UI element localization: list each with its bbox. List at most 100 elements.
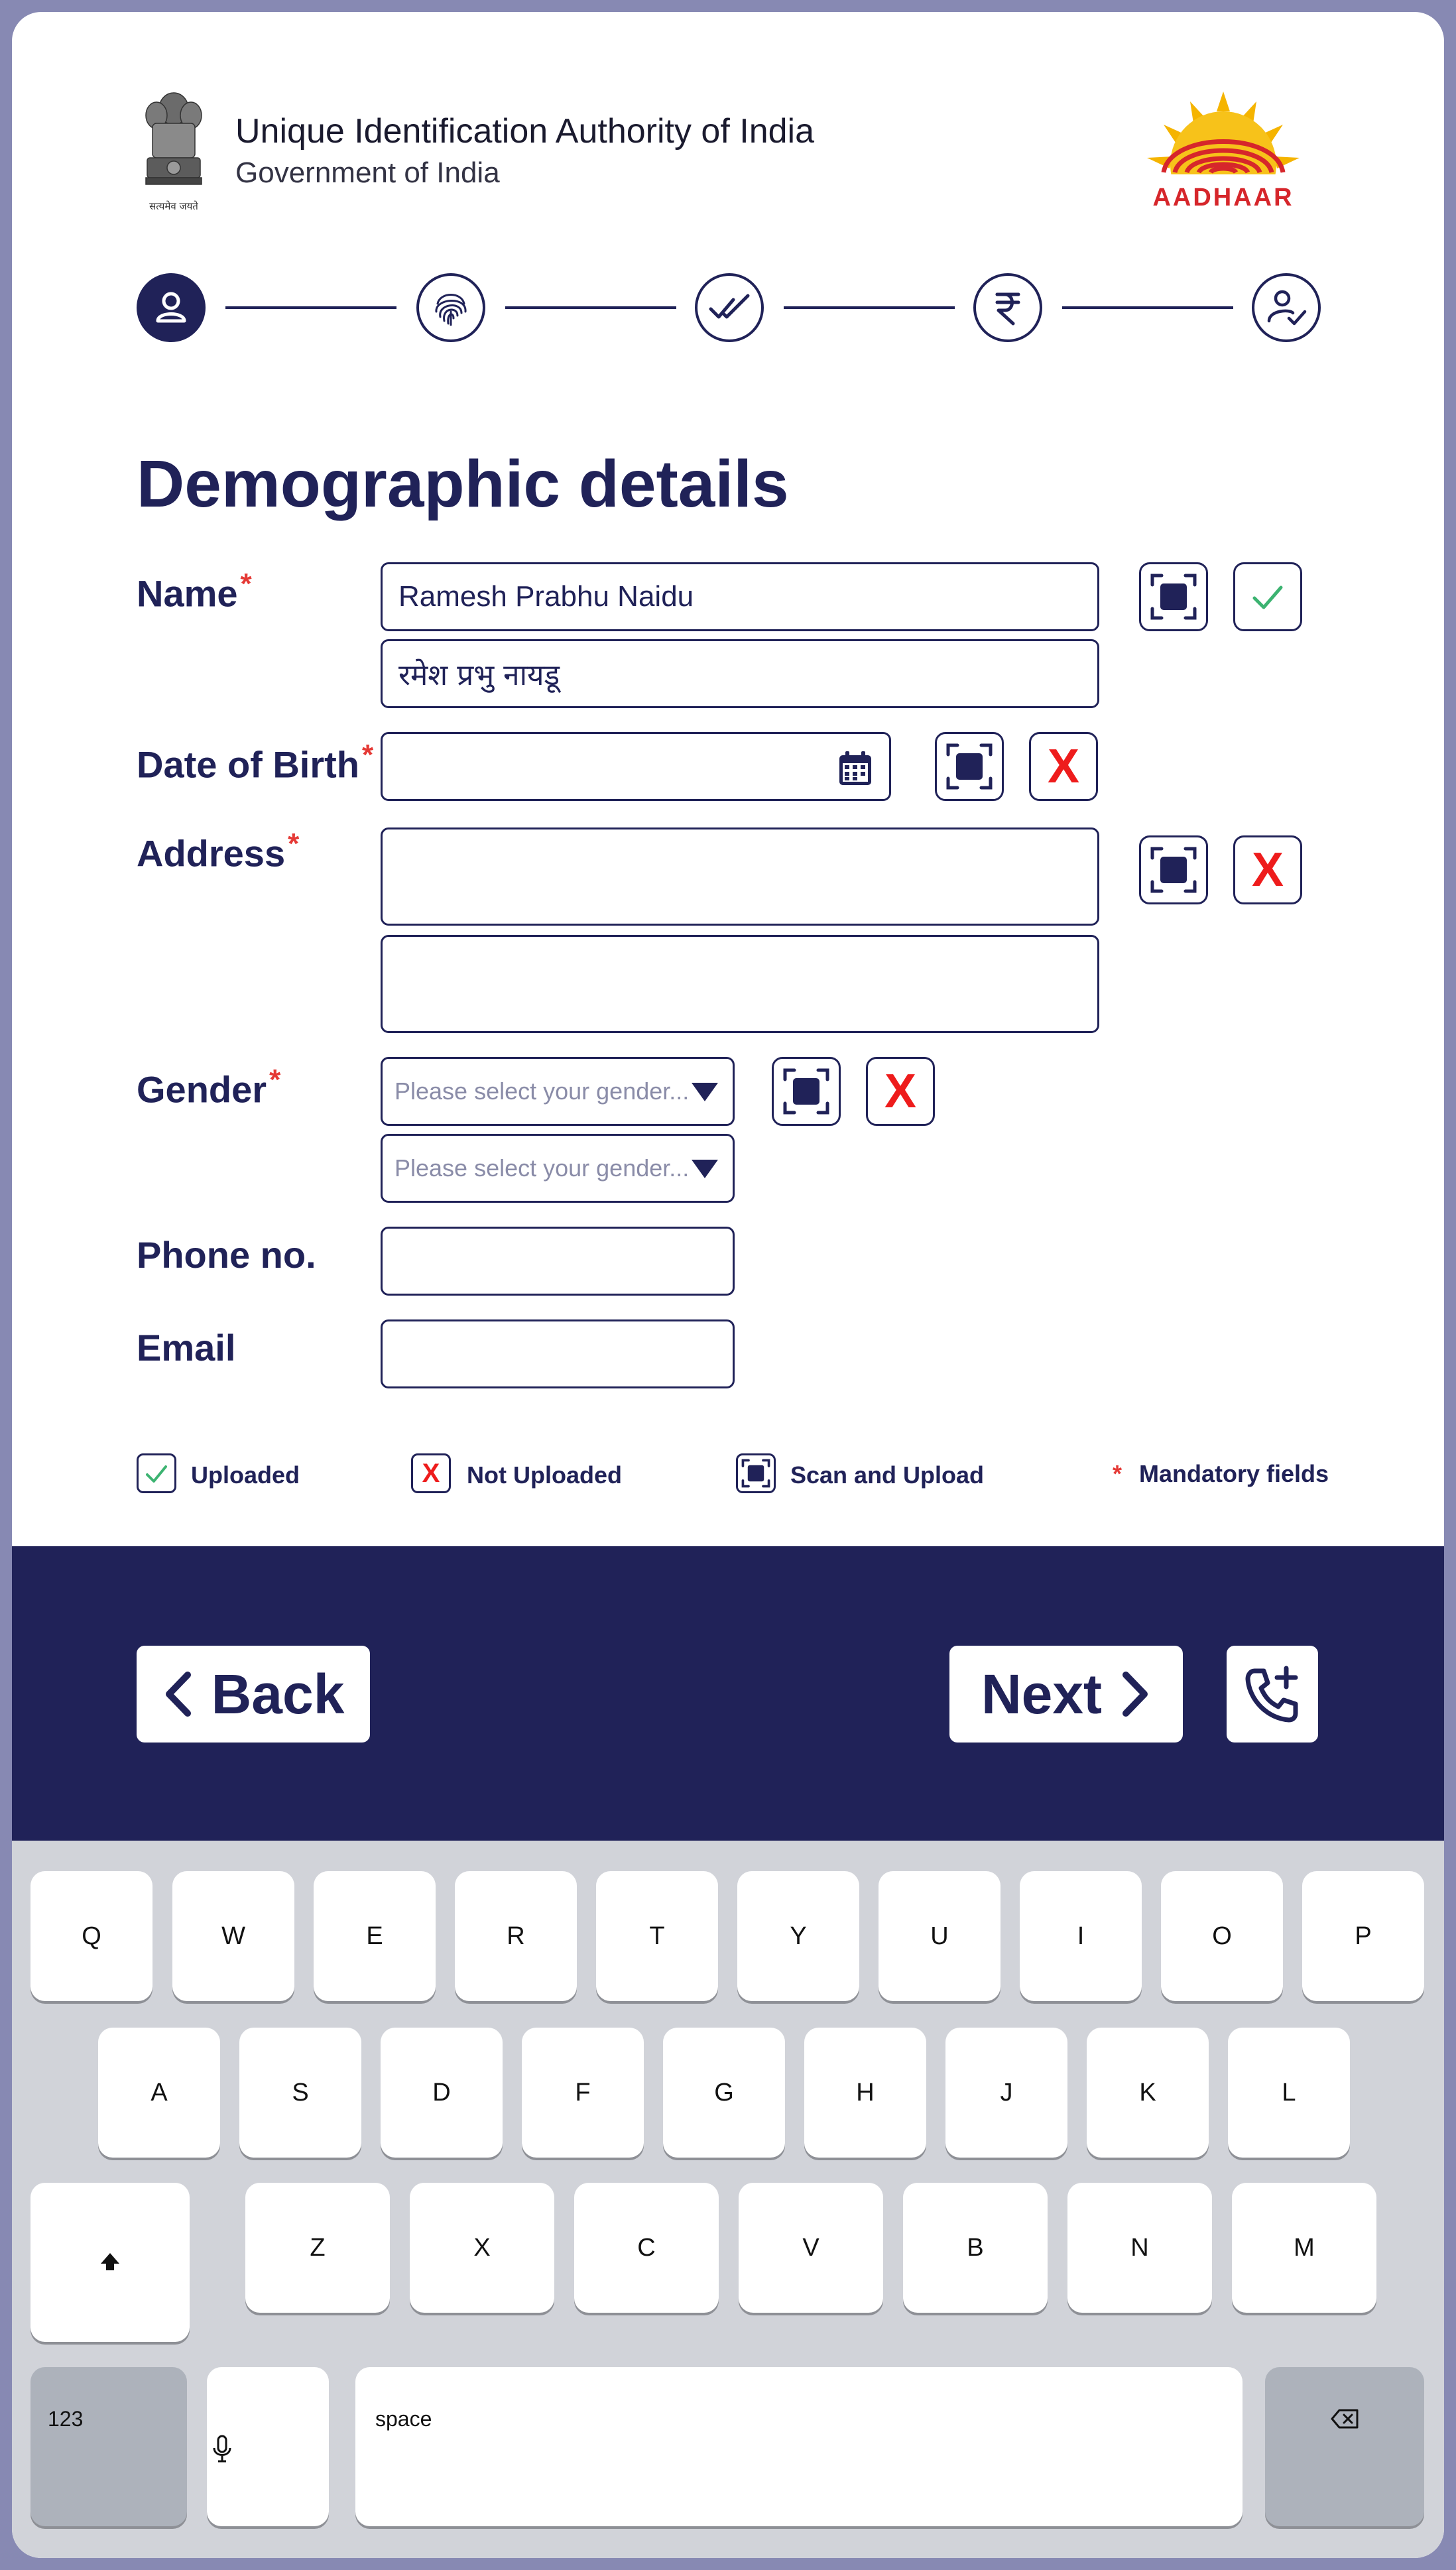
key-u[interactable]: U <box>879 1871 1001 2001</box>
required-asterisk: * <box>240 568 252 600</box>
rupee-icon <box>995 292 1020 326</box>
required-asterisk: * <box>269 1064 281 1096</box>
name-scan-button[interactable] <box>1139 562 1208 631</box>
key-z[interactable]: Z <box>245 2183 390 2313</box>
x-icon: X <box>884 1065 917 1118</box>
name-label-text: Name <box>137 572 238 615</box>
step-payment[interactable] <box>973 273 1042 342</box>
legend-uploaded-box <box>137 1453 176 1493</box>
key-r[interactable]: R <box>455 1871 577 2001</box>
scan-icon <box>741 1459 770 1488</box>
microphone-key[interactable] <box>207 2367 329 2526</box>
back-button-label: Back <box>211 1662 345 1725</box>
dob-input[interactable] <box>381 732 891 801</box>
key-v[interactable]: V <box>739 2183 883 2313</box>
phone-add-icon <box>1245 1666 1298 1723</box>
back-button[interactable]: Back <box>137 1646 370 1743</box>
legend-scan-box <box>736 1453 776 1493</box>
next-button[interactable]: Next <box>949 1646 1183 1743</box>
gender-scan-button[interactable] <box>772 1057 841 1126</box>
stepper-connector <box>225 306 396 309</box>
space-key[interactable]: space <box>355 2367 1243 2526</box>
name-input-local[interactable]: रमेश प्रभु नायडू <box>381 639 1099 708</box>
key-d[interactable]: D <box>381 2028 503 2158</box>
key-t[interactable]: T <box>596 1871 718 2001</box>
aadhaar-logo-text: AADHAAR <box>1152 184 1294 212</box>
on-screen-keyboard: Q W E R T Y U I O P A S D F G H J K L Z … <box>12 1841 1444 2558</box>
key-q[interactable]: Q <box>30 1871 152 2001</box>
key-w[interactable]: W <box>172 1871 294 2001</box>
dropdown-arrow-icon <box>692 1083 718 1101</box>
app-frame: सत्यमेव जयते Unique Identification Autho… <box>12 12 1444 2558</box>
scan-icon <box>946 743 993 790</box>
next-button-label: Next <box>981 1662 1103 1725</box>
gender-select-local[interactable]: Please select your gender... <box>381 1134 735 1203</box>
org-title: Unique Identification Authority of India <box>235 112 815 151</box>
key-s[interactable]: S <box>239 2028 361 2158</box>
chevron-right-icon <box>1122 1672 1148 1717</box>
name-input-english[interactable]: Ramesh Prabhu Naidu <box>381 562 1099 631</box>
stepper-connector <box>1062 306 1233 309</box>
address-not-uploaded-status: X <box>1233 835 1302 904</box>
national-emblem-icon: सत्यमेव जयते <box>145 92 202 212</box>
key-o[interactable]: O <box>1161 1871 1283 2001</box>
dob-not-uploaded-status: X <box>1029 732 1098 801</box>
x-icon: X <box>422 1459 440 1488</box>
stepper-connector <box>505 306 676 309</box>
key-g[interactable]: G <box>663 2028 785 2158</box>
name-uploaded-status <box>1233 562 1302 631</box>
step-confirm[interactable] <box>1252 273 1321 342</box>
key-x[interactable]: X <box>410 2183 554 2313</box>
key-y[interactable]: Y <box>737 1871 859 2001</box>
emblem-caption: सत्यमेव जयते <box>149 200 198 212</box>
legend-mandatory-label: Mandatory fields <box>1139 1460 1329 1487</box>
backspace-key[interactable] <box>1265 2367 1424 2526</box>
key-c[interactable]: C <box>574 2183 719 2313</box>
key-l[interactable]: L <box>1228 2028 1350 2158</box>
key-k[interactable]: K <box>1087 2028 1209 2158</box>
email-input[interactable] <box>381 1319 735 1388</box>
key-e[interactable]: E <box>314 1871 436 2001</box>
dob-label: Date of Birth* <box>137 739 373 786</box>
key-i[interactable]: I <box>1020 1871 1142 2001</box>
key-m[interactable]: M <box>1232 2183 1376 2313</box>
shift-key[interactable] <box>30 2183 190 2342</box>
key-n[interactable]: N <box>1067 2183 1212 2313</box>
address-input-english[interactable] <box>381 827 1099 926</box>
scan-icon <box>783 1068 829 1115</box>
action-bar: Back Next <box>12 1546 1444 1841</box>
step-biometrics[interactable] <box>416 273 485 342</box>
legend-uploaded-label: Uploaded <box>191 1461 300 1489</box>
key-h[interactable]: H <box>804 2028 926 2158</box>
shift-arrow-icon <box>101 2253 119 2270</box>
step-personal[interactable] <box>137 273 206 342</box>
gender-label-text: Gender <box>137 1068 267 1111</box>
key-f[interactable]: F <box>522 2028 644 2158</box>
call-assistance-button[interactable] <box>1227 1646 1318 1743</box>
address-scan-button[interactable] <box>1139 835 1208 904</box>
dob-label-text: Date of Birth <box>137 743 359 786</box>
org-subtitle: Government of India <box>235 156 500 189</box>
key-a[interactable]: A <box>98 2028 220 2158</box>
check-icon <box>146 1465 167 1483</box>
gender-placeholder-english: Please select your gender... <box>394 1077 690 1105</box>
gender-select-english[interactable]: Please select your gender... <box>381 1057 735 1126</box>
legend-not-uploaded-box: X <box>411 1453 451 1493</box>
dob-scan-button[interactable] <box>935 732 1004 801</box>
numbers-key[interactable]: 123 <box>30 2367 187 2526</box>
double-check-icon <box>709 294 750 319</box>
key-b[interactable]: B <box>903 2183 1048 2313</box>
calendar-icon[interactable] <box>837 750 873 787</box>
step-review[interactable] <box>695 273 764 342</box>
page-title: Demographic details <box>137 447 789 521</box>
phone-input[interactable] <box>381 1227 735 1296</box>
backspace-icon <box>1331 2409 1359 2429</box>
key-j[interactable]: J <box>945 2028 1067 2158</box>
x-icon: X <box>1251 843 1284 896</box>
required-asterisk: * <box>362 739 374 771</box>
key-p[interactable]: P <box>1302 1871 1424 2001</box>
legend-scan-label: Scan and Upload <box>790 1461 985 1489</box>
check-icon <box>1252 585 1283 609</box>
address-input-local[interactable] <box>381 935 1099 1033</box>
fingerprint-icon <box>435 294 467 326</box>
